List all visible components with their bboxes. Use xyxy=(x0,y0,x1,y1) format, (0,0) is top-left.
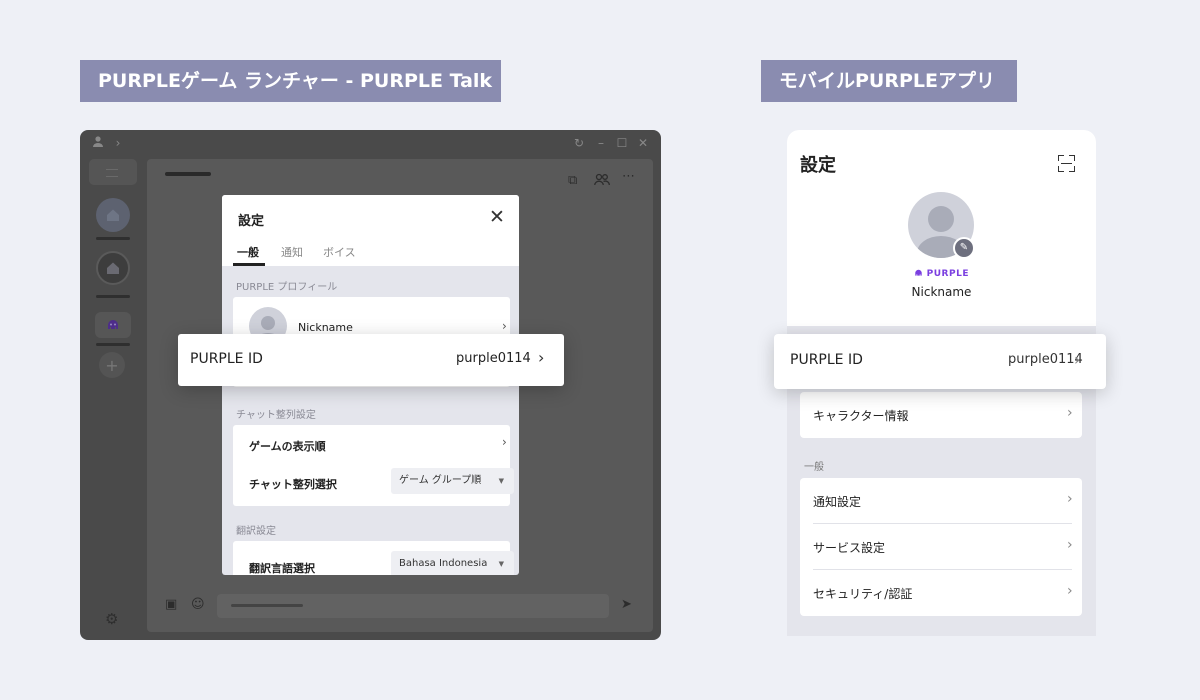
rail-divider xyxy=(96,343,130,346)
user-icon[interactable] xyxy=(90,135,106,151)
menu-button[interactable] xyxy=(89,159,137,185)
close-icon[interactable]: ✕ xyxy=(635,135,651,151)
purple-brand-label: PURPLE xyxy=(787,269,1096,279)
minimize-icon[interactable]: – xyxy=(593,135,609,151)
chat-sort-section-label: チャット整列設定 xyxy=(236,410,316,421)
emoji-icon[interactable]: ☺ xyxy=(191,597,205,612)
server-rail: + ⚙ xyxy=(80,156,146,640)
mobile-profile-header: 設定 ✎ PURPLE Nickname xyxy=(787,130,1096,326)
purple-server-icon[interactable] xyxy=(95,312,131,338)
send-icon[interactable]: ➤ xyxy=(621,597,632,612)
refresh-icon[interactable]: ↻ xyxy=(571,135,587,151)
settings-gear-icon[interactable]: ⚙ xyxy=(105,610,118,628)
rail-divider xyxy=(96,237,130,240)
tab-voice[interactable]: ボイス xyxy=(323,244,356,260)
tv-icon[interactable]: ⧉ xyxy=(568,173,577,188)
chevron-right-icon[interactable]: › xyxy=(502,435,507,449)
chat-sort-select[interactable]: ゲーム グループ順 ▼ xyxy=(391,468,514,494)
mobile-purple-id-row[interactable]: PURPLE ID purple0114 › xyxy=(774,334,1106,389)
translate-lang-select[interactable]: Bahasa Indonesia ▼ xyxy=(391,551,514,575)
menu-icon xyxy=(106,169,118,177)
purple-id-label: PURPLE ID xyxy=(790,352,863,368)
chevron-right-icon[interactable]: › xyxy=(110,135,126,151)
desktop-section-label: PURPLEゲーム ランチャー - PURPLE Talk xyxy=(80,60,501,102)
divider xyxy=(813,569,1072,570)
general-settings-card: 通知設定 › サービス設定 › セキュリティ/認証 › xyxy=(800,478,1082,616)
purple-logo-icon xyxy=(915,269,922,276)
dialog-title: 設定 xyxy=(238,214,265,229)
image-icon[interactable]: ▣ xyxy=(165,597,177,612)
nickname-label: Nickname xyxy=(298,321,353,334)
chevron-right-icon: › xyxy=(1074,350,1081,369)
character-info-label: キャラクター情報 xyxy=(813,409,909,423)
chevron-right-icon: › xyxy=(502,319,507,333)
channel-title-placeholder xyxy=(165,172,211,176)
active-tab-indicator xyxy=(233,263,265,266)
translate-lang-value: Bahasa Indonesia xyxy=(399,558,488,569)
members-icon[interactable] xyxy=(594,173,610,190)
edit-icon[interactable]: ✎ xyxy=(953,237,975,259)
nickname-label: Nickname xyxy=(911,285,972,299)
chevron-right-icon[interactable]: › xyxy=(1067,491,1073,507)
chevron-right-icon[interactable]: › xyxy=(1067,583,1073,599)
add-server-button[interactable]: + xyxy=(99,352,125,378)
dialog-header: 設定 ✕ 一般 通知 ボイス xyxy=(222,195,519,266)
purple-id-row[interactable]: PURPLE ID purple0114 › xyxy=(178,334,564,386)
purple-id-label: PURPLE ID xyxy=(190,351,263,367)
page-title: 設定 xyxy=(800,155,836,176)
scan-icon[interactable] xyxy=(1058,155,1075,172)
general-section-label: 一般 xyxy=(804,462,824,473)
caret-down-icon: ▼ xyxy=(498,560,504,568)
input-placeholder-bar xyxy=(231,604,303,607)
character-info-row[interactable]: キャラクター情報 › xyxy=(800,392,1082,438)
translate-card: 翻訳言語選択 Bahasa Indonesia ▼ xyxy=(233,541,514,575)
notification-settings-label[interactable]: 通知設定 xyxy=(813,493,861,510)
profile-section-label: PURPLE プロフィール xyxy=(236,282,338,293)
chat-sort-value: ゲーム グループ順 xyxy=(399,475,482,486)
chevron-right-icon: › xyxy=(538,348,545,367)
chevron-right-icon[interactable]: › xyxy=(1067,537,1073,553)
game-order-label[interactable]: ゲームの表示順 xyxy=(249,438,326,454)
service-settings-label[interactable]: サービス設定 xyxy=(813,539,885,556)
chat-sort-card: ゲームの表示順 › チャット整列選択 ゲーム グループ順 ▼ xyxy=(233,425,514,506)
window-titlebar: › ↻ – ☐ ✕ xyxy=(80,130,661,156)
translate-lang-label: 翻訳言語選択 xyxy=(249,562,315,575)
tab-general[interactable]: 一般 xyxy=(237,244,259,260)
brand-text: PURPLE xyxy=(926,269,969,279)
chevron-right-icon: › xyxy=(1067,405,1073,421)
divider xyxy=(813,523,1072,524)
mobile-section-label: モバイルPURPLEアプリ xyxy=(761,60,1017,102)
message-input[interactable] xyxy=(217,594,609,618)
purple-id-value: purple0114 xyxy=(456,351,531,366)
rail-divider xyxy=(96,295,130,298)
purple-id-value: purple0114 xyxy=(1008,352,1083,367)
caret-down-icon: ▼ xyxy=(498,477,504,485)
more-icon[interactable]: ⋯ xyxy=(622,169,635,184)
security-auth-label[interactable]: セキュリティ/認証 xyxy=(813,585,912,602)
translate-section-label: 翻訳設定 xyxy=(236,526,276,537)
close-icon[interactable]: ✕ xyxy=(486,206,508,228)
home-icon[interactable] xyxy=(96,198,130,232)
chat-area: ⧉ ⋯ ▣ ☺ ➤ 設定 ✕ 一般 通知 ボイス PURPLE プロフィール N… xyxy=(147,159,653,632)
tab-notifications[interactable]: 通知 xyxy=(281,244,303,260)
home-server-icon[interactable] xyxy=(96,251,130,285)
maximize-icon[interactable]: ☐ xyxy=(614,135,630,151)
chat-sort-label: チャット整列選択 xyxy=(249,478,337,491)
